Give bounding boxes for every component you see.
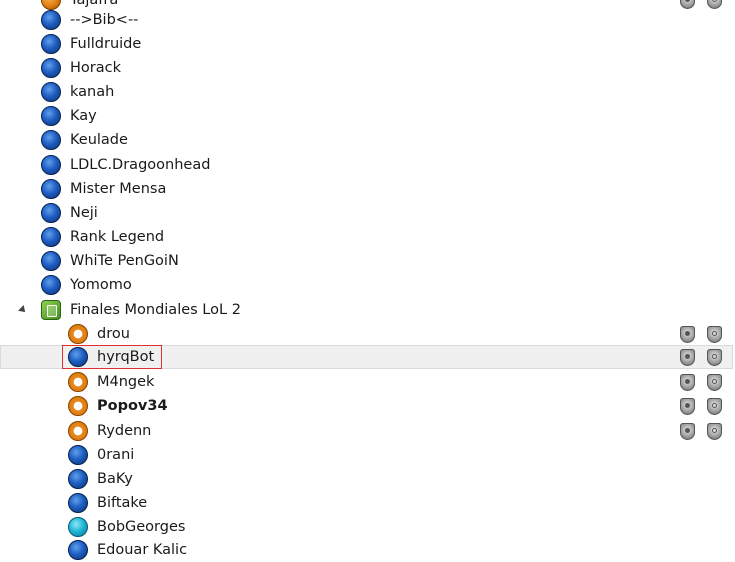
client-name: LDLC.Dragoonhead <box>70 157 211 173</box>
client-row[interactable]: LDLC.Dragoonhead <box>0 153 733 177</box>
client-name: BobGeorges <box>97 519 186 535</box>
client-row[interactable]: M4ngek <box>0 370 733 394</box>
client-row[interactable]: Keulade <box>0 128 733 152</box>
client-row[interactable]: Neji <box>0 201 733 225</box>
client-name: Rank Legend <box>70 229 165 245</box>
client-status-orb-icon <box>41 179 61 199</box>
client-status-orb-icon <box>41 82 61 102</box>
client-name: Biftake <box>97 495 148 511</box>
client-row[interactable]: -->Bib<-- <box>0 8 733 32</box>
client-name: Edouar Kalic <box>97 542 188 558</box>
client-name: kanah <box>70 84 115 100</box>
client-name: Popov34 <box>97 398 168 414</box>
client-status-orb-icon <box>41 203 61 223</box>
client-row[interactable]: Popov34 <box>0 394 733 418</box>
client-status-orb-icon <box>41 106 61 126</box>
client-row[interactable]: Kay <box>0 104 733 128</box>
client-status-orb-icon <box>68 372 88 392</box>
client-status-orb-icon <box>68 445 88 465</box>
client-status-orb-icon <box>68 517 88 537</box>
client-status-orb-icon <box>41 130 61 150</box>
client-name: Neji <box>70 205 98 221</box>
server-group-s-shield-icon <box>707 349 722 366</box>
highlight-box <box>62 345 162 369</box>
client-status-orb-icon <box>68 540 88 560</box>
client-row[interactable]: Rydenn <box>0 419 733 443</box>
server-group-shield-icon <box>680 374 695 391</box>
client-name: -->Bib<-- <box>70 12 139 28</box>
channel-name: Finales Mondiales LoL 2 <box>70 302 241 318</box>
client-name: Rydenn <box>97 423 152 439</box>
client-row[interactable]: Biftake <box>0 491 733 515</box>
client-status-orb-icon <box>68 493 88 513</box>
client-row[interactable]: WhiTe PenGoiN <box>0 249 733 273</box>
channel-row[interactable]: Finales Mondiales LoL 2 <box>0 298 733 322</box>
client-status-orb-icon <box>41 34 61 54</box>
client-status-orb-icon <box>41 155 61 175</box>
client-row[interactable]: Edouar Kalic <box>0 538 733 562</box>
client-name: drou <box>97 326 130 342</box>
server-group-shield-icon <box>680 349 695 366</box>
client-status-orb-icon <box>41 58 61 78</box>
client-status-orb-icon <box>41 10 61 30</box>
client-row[interactable]: Mister Mensa <box>0 177 733 201</box>
client-name: BaKy <box>97 471 133 487</box>
server-group-s-shield-icon <box>707 423 722 440</box>
server-group-shield-icon <box>680 423 695 440</box>
expand-collapse-icon[interactable] <box>18 305 28 315</box>
client-row[interactable]: Yomomo <box>0 273 733 297</box>
client-status-orb-icon <box>68 469 88 489</box>
client-tree: Tajafra -->Bib<-- Fulldruide Horack kana… <box>0 0 735 560</box>
client-status-orb-icon <box>41 275 61 295</box>
server-group-shield-icon <box>680 326 695 343</box>
client-name: M4ngek <box>97 374 155 390</box>
client-name: Kay <box>70 108 97 124</box>
server-group-s-shield-icon <box>707 398 722 415</box>
client-name: Keulade <box>70 132 128 148</box>
client-status-orb-icon <box>41 251 61 271</box>
server-group-s-shield-icon <box>707 374 722 391</box>
client-status-orb-icon <box>68 421 88 441</box>
client-name: Mister Mensa <box>70 181 167 197</box>
channel-icon <box>41 300 61 320</box>
client-row[interactable]: 0rani <box>0 443 733 467</box>
client-row[interactable]: kanah <box>0 80 733 104</box>
client-row[interactable]: BaKy <box>0 467 733 491</box>
server-group-shield-icon <box>680 398 695 415</box>
client-name: Horack <box>70 60 121 76</box>
client-status-orb-icon <box>41 227 61 247</box>
client-row[interactable]: Fulldruide <box>0 32 733 56</box>
client-status-orb-icon <box>68 324 88 344</box>
client-status-orb-icon <box>68 396 88 416</box>
client-name: 0rani <box>97 447 135 463</box>
server-group-s-shield-icon <box>707 326 722 343</box>
client-row[interactable]: drou <box>0 322 733 346</box>
client-name: Fulldruide <box>70 36 142 52</box>
client-name: WhiTe PenGoiN <box>70 253 179 269</box>
client-name: Tajafra <box>70 0 119 8</box>
client-row[interactable]: BobGeorges <box>0 515 733 539</box>
client-name: Yomomo <box>70 277 132 293</box>
client-row[interactable]: Horack <box>0 56 733 80</box>
client-row[interactable]: Rank Legend <box>0 225 733 249</box>
